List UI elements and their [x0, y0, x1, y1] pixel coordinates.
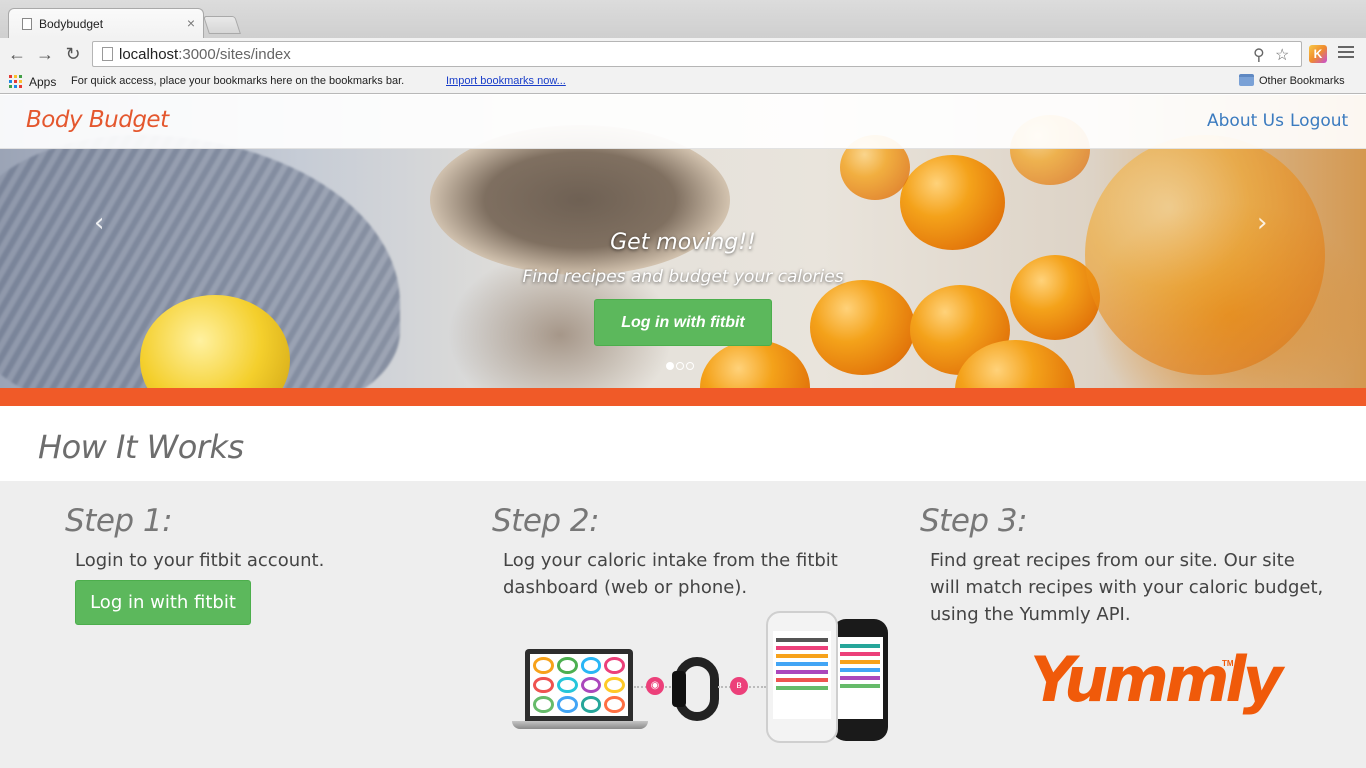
- carousel-indicators: [666, 357, 696, 375]
- wireless-sync-icon: ◉: [646, 677, 664, 695]
- steps-section: Step 1: Login to your fitbit account. Lo…: [0, 481, 1366, 768]
- carousel-dot[interactable]: [686, 362, 694, 370]
- browser-toolbar: ← → ↻ localhost:3000/sites/index ⚲ ☆ K: [0, 38, 1366, 70]
- search-icon[interactable]: ⚲: [1253, 45, 1265, 65]
- hero-caption: Get moving!! Find recipes and budget you…: [0, 230, 1366, 287]
- star-icon[interactable]: ☆: [1275, 45, 1289, 65]
- site-navbar: Body Budget About Us Logout: [0, 95, 1366, 149]
- step-3-text: Find great recipes from our site. Our si…: [930, 550, 1324, 625]
- menu-icon[interactable]: [1338, 46, 1354, 62]
- address-bar[interactable]: localhost:3000/sites/index ⚲ ☆: [92, 41, 1302, 67]
- forward-icon[interactable]: →: [34, 43, 56, 65]
- carousel-dot[interactable]: [676, 362, 684, 370]
- browser-tabstrip: Bodybudget ×: [0, 0, 1366, 38]
- page-icon: [22, 18, 32, 30]
- black-phone-image: [832, 619, 888, 741]
- carousel-dot[interactable]: [666, 362, 674, 370]
- step-2-title: Step 2:: [492, 503, 600, 539]
- laptop-image: [525, 649, 633, 721]
- step-fitbit-login-button[interactable]: Log in with fitbit: [75, 580, 251, 625]
- back-icon[interactable]: ←: [6, 43, 28, 65]
- apps-icon[interactable]: [9, 75, 22, 88]
- url-text[interactable]: localhost:3000/sites/index: [119, 46, 291, 63]
- page-icon: [102, 47, 113, 61]
- brand-logo[interactable]: Body Budget: [26, 107, 169, 133]
- bluetooth-icon: ʙ: [730, 677, 748, 695]
- step-1-text: Login to your fitbit account.: [75, 550, 325, 571]
- nav-logout[interactable]: Logout: [1290, 111, 1348, 131]
- accent-divider: [0, 388, 1366, 406]
- yummly-logo: Yummly: [1030, 643, 1283, 716]
- bookmarks-bar: Apps For quick access, place your bookma…: [0, 70, 1366, 94]
- hero-title: Get moving!!: [610, 230, 756, 255]
- import-bookmarks-link[interactable]: Import bookmarks now...: [446, 75, 566, 87]
- bookmarks-hint: For quick access, place your bookmarks h…: [71, 75, 405, 87]
- fitbit-band-face: [672, 671, 686, 707]
- laptop-base: [512, 721, 648, 729]
- new-tab-button[interactable]: [203, 16, 241, 34]
- reload-icon[interactable]: ↻: [62, 43, 84, 65]
- step-3-title: Step 3:: [920, 503, 1028, 539]
- extension-icon[interactable]: K: [1309, 45, 1327, 63]
- step-1-title: Step 1:: [65, 503, 173, 539]
- white-phone-image: [766, 611, 838, 743]
- hero-fitbit-login-button[interactable]: Log in with fitbit: [594, 299, 772, 346]
- other-bookmarks-link[interactable]: Other Bookmarks: [1259, 75, 1345, 87]
- tab-title: Bodybudget: [39, 17, 104, 31]
- browser-tab[interactable]: Bodybudget ×: [8, 8, 204, 38]
- how-it-works-title: How It Works: [38, 428, 244, 466]
- nav-about-us[interactable]: About Us: [1207, 111, 1284, 131]
- hero-subtitle: Find recipes and budget your calories: [522, 267, 844, 287]
- step-2-text: Log your caloric intake from the fitbit …: [503, 550, 838, 598]
- close-tab-icon[interactable]: ×: [187, 15, 195, 31]
- orange-image: [810, 280, 915, 375]
- orange-image: [700, 340, 810, 388]
- yummly-trademark: TM: [1222, 659, 1234, 668]
- apps-link[interactable]: Apps: [29, 75, 56, 89]
- folder-icon: [1239, 74, 1254, 86]
